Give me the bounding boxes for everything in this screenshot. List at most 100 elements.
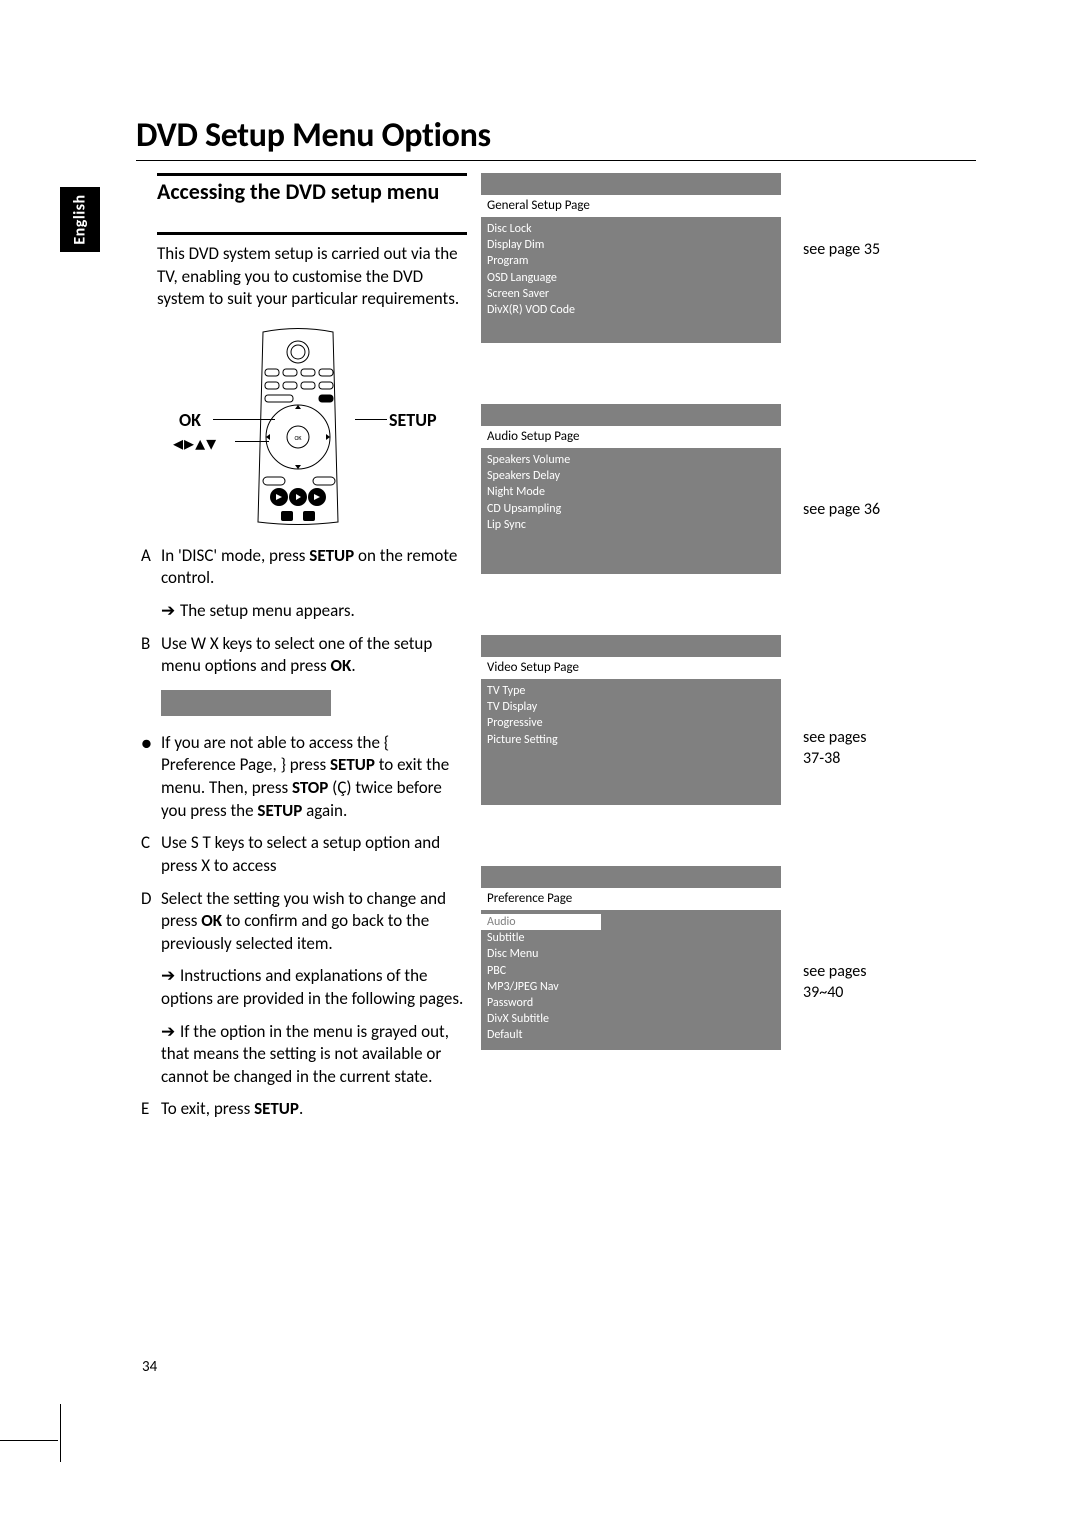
menu-item: Picture Setting [487,732,597,748]
step-marker: C [141,832,161,877]
menu-item: Lip Sync [487,517,597,533]
menu-item: Disc Menu [487,946,597,962]
menu-item: Default [487,1027,597,1043]
svg-text:OK: OK [294,434,302,442]
step-marker: E [141,1098,161,1121]
step-d-sub1: ➔ Instructions and explanations of the o… [161,965,466,1010]
panel-items: Speakers Volume Speakers Delay Night Mod… [481,448,601,574]
panel-items: TV Type TV Display Progressive Picture S… [481,679,601,805]
panel-note: see page 35 [803,240,880,261]
step-d-sub2: ➔ If the option in the menu is grayed ou… [161,1021,466,1089]
panel-note: see pages 37-38 [803,728,883,770]
panel-blank [601,910,781,1050]
step-text: Use S T keys to select a setup option an… [161,832,466,877]
menu-item: Password [487,995,597,1011]
panel-body: TV Type TV Display Progressive Picture S… [481,679,781,805]
step-d: D Select the setting you wish to change … [141,888,466,956]
panel-header: Video Setup Page [481,657,781,679]
step-text: In 'DISC' mode, press SETUP on the remot… [161,545,466,590]
note-bullet: ● If you are not able to access the { Pr… [141,732,466,822]
panel-header: Audio Setup Page [481,426,781,448]
panel-items: Disc Lock Display Dim Program OSD Langua… [481,217,601,343]
menu-item-highlighted: Audio [481,914,601,930]
crop-mark [60,1404,61,1462]
menu-panel-preference: Preference Page Audio Subtitle Disc Menu… [481,866,781,1050]
step-text: Select the setting you wish to change an… [161,888,466,956]
panel-header: General Setup Page [481,195,781,217]
step-text: To exit, press SETUP. [161,1098,466,1121]
step-b: B Use W X keys to select one of the setu… [141,633,466,678]
page-title: DVD Setup Menu Options [136,115,491,156]
menu-item: CD Upsampling [487,501,597,517]
menu-panel-audio: Audio Setup Page Speakers Volume Speaker… [481,404,781,574]
menu-item: MP3/JPEG Nav [487,979,597,995]
menu-item: Night Mode [487,484,597,500]
callout-setup: SETUP [389,409,437,433]
panel-blank [601,217,781,343]
step-marker: B [141,633,161,678]
panel-blank [601,679,781,805]
step-a-result: ➔ The setup menu appears. [161,600,466,623]
panel-note: see pages 39~40 [803,962,883,1004]
menu-item: TV Display [487,699,597,715]
menu-item: Display Dim [487,237,597,253]
section-rule-top [157,173,467,176]
menu-item: DivX(R) VOD Code [487,302,597,318]
left-column: This DVD system setup is carried out via… [141,243,466,1131]
panel-title: Audio Setup Page [481,426,781,448]
section-intro: This DVD system setup is carried out via… [157,243,466,311]
arrow-icon: ➔ [161,601,180,620]
menu-item: TV Type [487,683,597,699]
remote-diagram: OK OK ◂▸▴▾ SETUP [141,327,466,527]
section-rule-bottom [157,232,467,235]
panel-tabs-bar [481,866,781,888]
menu-item: Program [487,253,597,269]
arrow-icon: ➔ [161,966,180,985]
menu-item: OSD Language [487,270,597,286]
language-tab: English [60,187,100,252]
panel-title: General Setup Page [481,195,781,217]
section-heading: Accessing the DVD setup menu [157,179,467,205]
step-e: E To exit, press SETUP. [141,1098,466,1121]
panel-tabs-bar [481,404,781,426]
panel-note: see page 36 [803,500,880,521]
menu-item: Speakers Volume [487,452,597,468]
menu-item: DivX Subtitle [487,1011,597,1027]
panel-body: Audio Subtitle Disc Menu PBC MP3/JPEG Na… [481,910,781,1050]
step-a: A In 'DISC' mode, press SETUP on the rem… [141,545,466,590]
menu-panel-video: Video Setup Page TV Type TV Display Prog… [481,635,781,805]
panel-body: Disc Lock Display Dim Program OSD Langua… [481,217,781,343]
panel-items: Audio Subtitle Disc Menu PBC MP3/JPEG Na… [481,910,601,1050]
note-text: If you are not able to access the { Pref… [161,732,466,822]
menu-item: Speakers Delay [487,468,597,484]
step-text: Use W X keys to select one of the setup … [161,633,466,678]
arrow-icon: ➔ [161,1022,180,1041]
crop-mark [0,1440,58,1441]
callout-directions: ◂▸▴▾ [173,431,217,458]
callout-ok: OK [179,409,201,433]
menu-item: PBC [487,963,597,979]
menu-item: Disc Lock [487,221,597,237]
language-label: English [71,194,90,244]
menu-item: Progressive [487,715,597,731]
panel-header: Preference Page [481,888,781,910]
page-number: 34 [142,1358,157,1376]
panel-title: Video Setup Page [481,657,781,679]
step-c: C Use S T keys to select a setup option … [141,832,466,877]
panel-body: Speakers Volume Speakers Delay Night Mod… [481,448,781,574]
panel-title: Preference Page [481,888,781,910]
step-marker: D [141,888,161,956]
menu-panel-general: General Setup Page Disc Lock Display Dim… [481,173,781,343]
remote-control-icon: OK [243,327,353,527]
step-marker: A [141,545,161,590]
panel-tabs-bar [481,635,781,657]
redacted-box [161,690,331,716]
callout-line [355,419,387,420]
panel-tabs-bar [481,173,781,195]
panel-blank [601,448,781,574]
bullet-icon: ● [141,732,161,822]
callout-line [213,419,275,420]
callout-line [235,441,269,442]
menu-item: Subtitle [487,930,597,946]
title-rule [136,160,976,161]
